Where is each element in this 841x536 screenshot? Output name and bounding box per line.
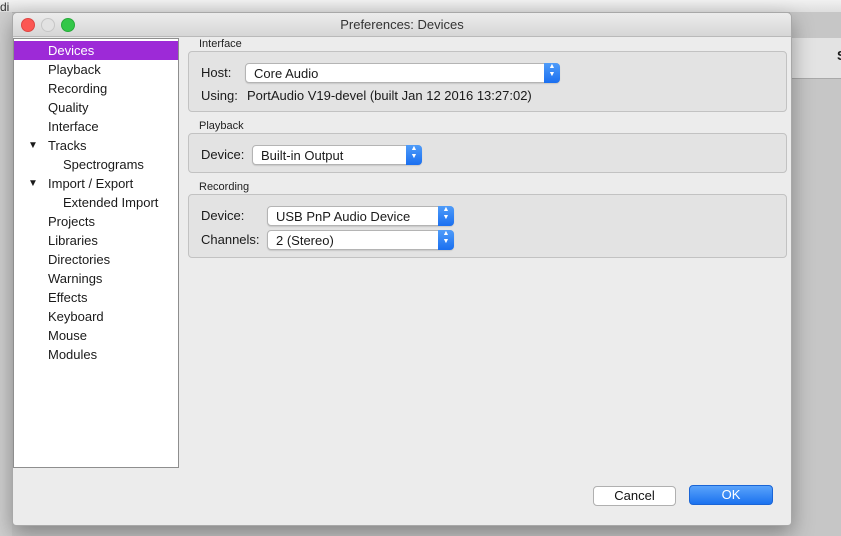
host-select[interactable]: Core Audio ▲ ▼ (245, 63, 560, 83)
sidebar-item-label: Extended Import (63, 195, 159, 210)
playback-device-select[interactable]: Built-in Output ▲ ▼ (252, 145, 422, 165)
background-fragment-s: S (837, 48, 841, 63)
sidebar-item-interface[interactable]: Interface (14, 117, 178, 136)
playback-device-label: Device: (201, 147, 245, 162)
sidebar-item-effects[interactable]: Effects (14, 288, 178, 307)
sidebar-item-quality[interactable]: Quality (14, 98, 178, 117)
background-track-area: S (790, 12, 841, 536)
sidebar-item-label: Warnings (48, 271, 103, 286)
sidebar-item-import-export[interactable]: ▼ Import / Export (14, 174, 178, 193)
expand-arrow-icon[interactable]: ▼ (28, 174, 38, 193)
sidebar-item-label: Spectrograms (63, 157, 144, 172)
background-left-edge (0, 12, 12, 536)
sidebar-item-label: Effects (48, 290, 88, 305)
portaudio-version-text: PortAudio V19-devel (built Jan 12 2016 1… (247, 88, 532, 103)
select-stepper-icon: ▲ ▼ (406, 145, 422, 165)
channels-value: 2 (Stereo) (276, 233, 334, 248)
recording-group: Device: USB PnP Audio Device ▲ ▼ Channels… (188, 194, 787, 258)
sidebar-item-label: Keyboard (48, 309, 104, 324)
sidebar-item-modules[interactable]: Modules (14, 345, 178, 364)
select-stepper-icon: ▲ ▼ (544, 63, 560, 83)
host-label: Host: (201, 65, 232, 80)
ok-button[interactable]: OK (689, 485, 773, 505)
sidebar-item-label: Libraries (48, 233, 98, 248)
host-select-value: Core Audio (254, 66, 319, 81)
preferences-dialog: Preferences: Devices Devices Playback Re… (12, 12, 792, 526)
playback-group-title: Playback (199, 120, 244, 132)
expand-arrow-icon[interactable]: ▼ (28, 136, 38, 155)
sidebar-item-label: Playback (48, 62, 101, 77)
sidebar-item-projects[interactable]: Projects (14, 212, 178, 231)
sidebar-item-label: Directories (48, 252, 111, 267)
sidebar-item-label: Devices (48, 43, 95, 58)
playback-group: Device: Built-in Output ▲ ▼ (188, 133, 787, 173)
sidebar-item-label: Tracks (48, 138, 87, 153)
sidebar-item-label: Recording (48, 81, 108, 96)
sidebar-item-recording[interactable]: Recording (14, 79, 178, 98)
interface-group: Host: Core Audio ▲ ▼ Using: PortAudio V19… (188, 51, 787, 112)
sidebar-item-playback[interactable]: Playback (14, 60, 178, 79)
playback-device-value: Built-in Output (261, 148, 344, 163)
recording-group-title: Recording (199, 181, 250, 193)
channels-select[interactable]: 2 (Stereo) ▲ ▼ (267, 230, 454, 250)
title-bar: Preferences: Devices (13, 13, 791, 37)
sidebar-item-spectrograms[interactable]: Spectrograms (14, 155, 178, 174)
recording-device-label: Device: (201, 208, 245, 223)
recording-device-value: USB PnP Audio Device (276, 209, 411, 224)
sidebar-item-label: Import / Export (48, 176, 134, 191)
sidebar-item-libraries[interactable]: Libraries (14, 231, 178, 250)
preferences-category-tree[interactable]: Devices Playback Recording Quality Inter… (13, 38, 179, 468)
sidebar-item-label: Projects (48, 214, 95, 229)
sidebar-item-extended-import[interactable]: Extended Import (14, 193, 178, 212)
sidebar-item-label: Modules (48, 347, 98, 362)
cancel-button[interactable]: Cancel (593, 486, 676, 506)
sidebar-item-label: Interface (48, 119, 99, 134)
dialog-title: Preferences: Devices (340, 17, 464, 32)
background-ruler (790, 38, 841, 79)
sidebar-item-mouse[interactable]: Mouse (14, 326, 178, 345)
sidebar-item-directories[interactable]: Directories (14, 250, 178, 269)
sidebar-item-tracks[interactable]: ▼ Tracks (14, 136, 178, 155)
sidebar-item-label: Quality (48, 100, 89, 115)
select-stepper-icon: ▲ ▼ (438, 206, 454, 226)
sidebar-item-keyboard[interactable]: Keyboard (14, 307, 178, 326)
select-stepper-icon: ▲ ▼ (438, 230, 454, 250)
sidebar-item-label: Mouse (48, 328, 88, 343)
using-label: Using: (201, 88, 238, 103)
interface-group-title: Interface (199, 38, 242, 50)
channels-label: Channels: (201, 232, 260, 247)
sidebar-item-devices[interactable]: Devices (14, 41, 178, 60)
sidebar-item-warnings[interactable]: Warnings (14, 269, 178, 288)
recording-device-select[interactable]: USB PnP Audio Device ▲ ▼ (267, 206, 454, 226)
